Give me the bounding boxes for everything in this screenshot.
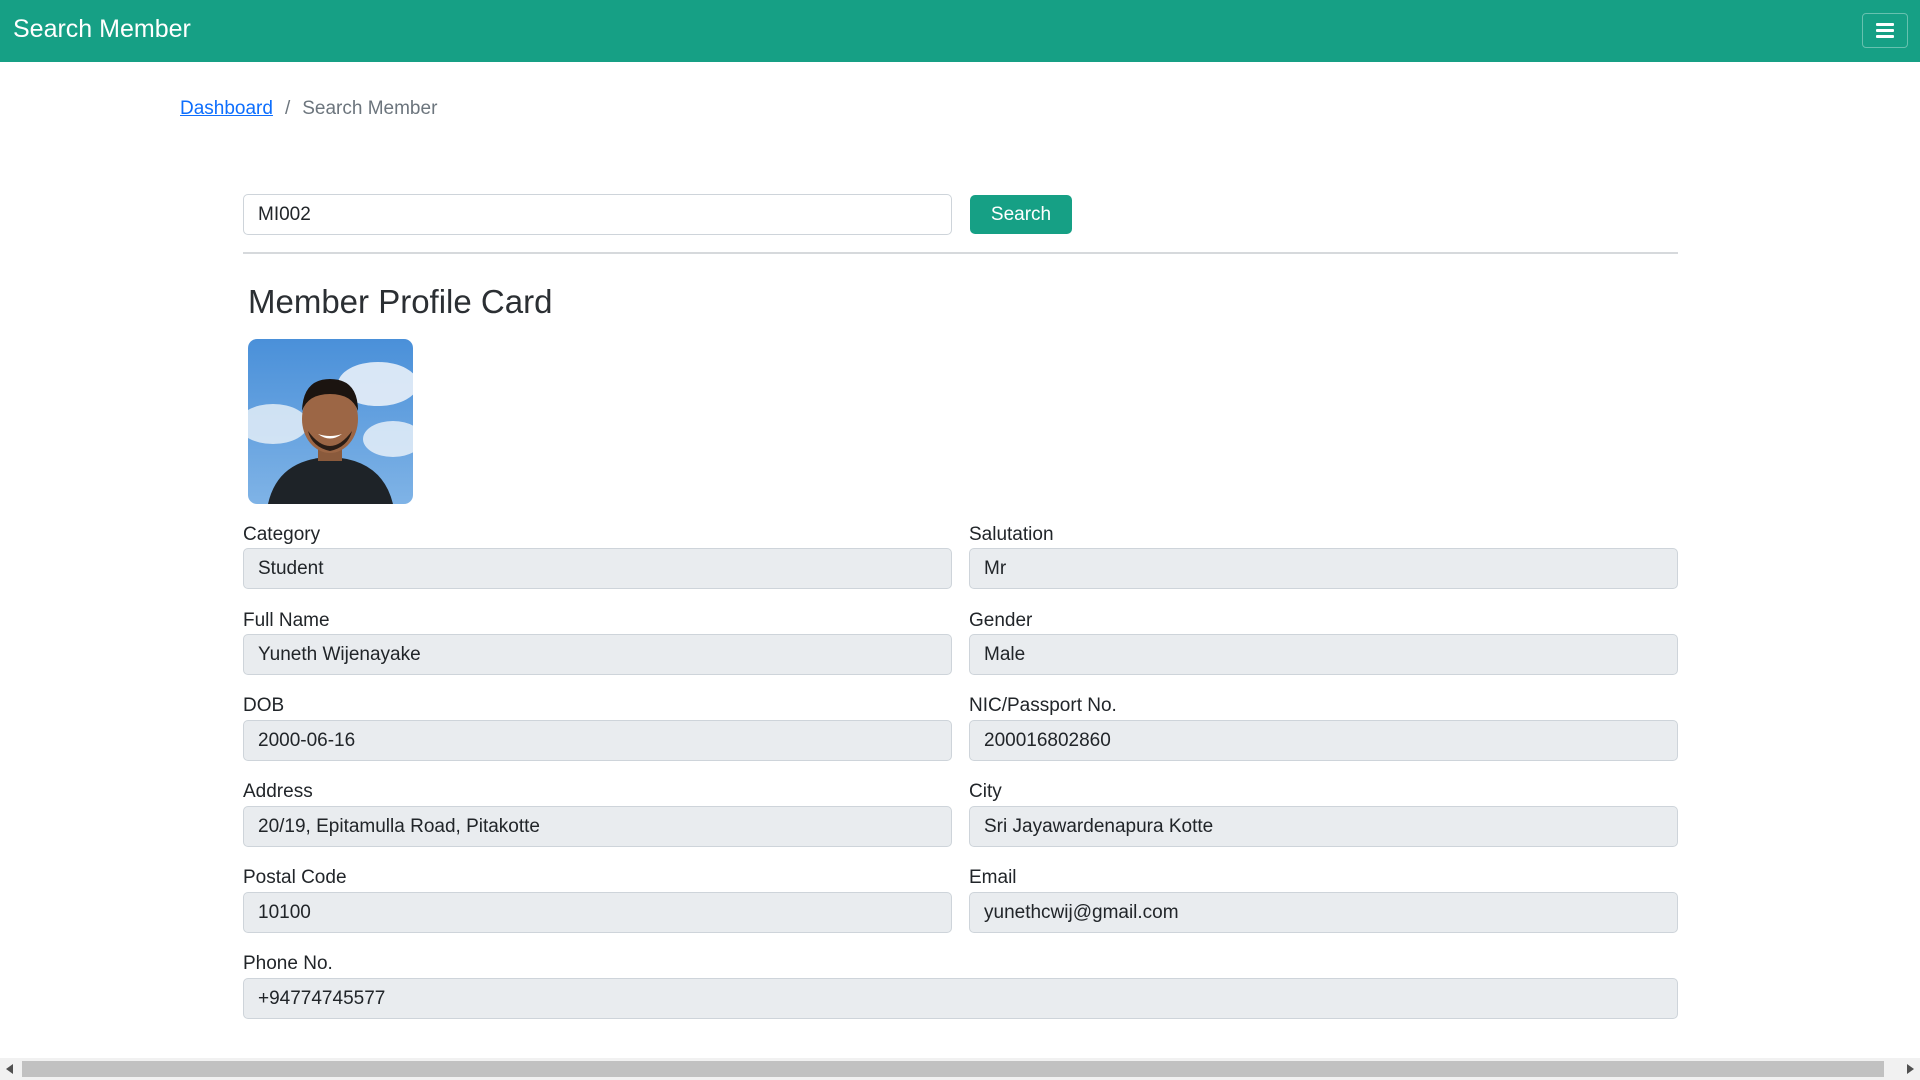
- dob-field: 2000-06-16: [243, 720, 952, 761]
- full-name-field: Yuneth Wijenayake: [243, 634, 952, 675]
- member-search-input[interactable]: [243, 194, 952, 235]
- horizontal-scrollbar[interactable]: [0, 1058, 1920, 1080]
- breadcrumb: Dashboard / Search Member: [180, 98, 437, 120]
- section-divider: [243, 252, 1678, 254]
- salutation-field: Mr: [969, 548, 1678, 589]
- email-field: yunethcwij@gmail.com: [969, 892, 1678, 933]
- address-field: 20/19, Epitamulla Road, Pitakotte: [243, 806, 952, 847]
- hamburger-menu-icon: [1876, 23, 1894, 38]
- gender-field: Male: [969, 634, 1678, 675]
- full-name-label: Full Name: [243, 610, 330, 631]
- menu-toggle-button[interactable]: [1862, 13, 1908, 48]
- breadcrumb-current: Search Member: [302, 98, 438, 119]
- scrollbar-thumb[interactable]: [22, 1061, 1884, 1077]
- postal-code-field: 10100: [243, 892, 952, 933]
- salutation-label: Salutation: [969, 524, 1054, 545]
- city-label: City: [969, 781, 1002, 802]
- member-photo-image: [248, 339, 413, 504]
- top-navbar: Search Member: [0, 0, 1920, 62]
- category-field: Student: [243, 548, 952, 589]
- postal-code-label: Postal Code: [243, 867, 347, 888]
- address-label: Address: [243, 781, 313, 802]
- search-button[interactable]: Search: [970, 195, 1072, 234]
- city-field: Sri Jayawardenapura Kotte: [969, 806, 1678, 847]
- scroll-right-icon[interactable]: [1900, 1058, 1920, 1080]
- member-photo: [248, 339, 413, 504]
- nic-label: NIC/Passport No.: [969, 695, 1117, 716]
- scroll-left-icon[interactable]: [0, 1058, 20, 1080]
- email-label: Email: [969, 867, 1017, 888]
- category-label: Category: [243, 524, 321, 545]
- phone-field: +94774745577: [243, 978, 1678, 1019]
- breadcrumb-dashboard-link[interactable]: Dashboard: [180, 98, 273, 120]
- dob-label: DOB: [243, 695, 285, 716]
- nic-field: 200016802860: [969, 720, 1678, 761]
- breadcrumb-separator: /: [284, 98, 291, 119]
- profile-card-title: Member Profile Card: [248, 283, 553, 320]
- page-title: Search Member: [13, 15, 191, 43]
- gender-label: Gender: [969, 610, 1033, 631]
- phone-label: Phone No.: [243, 953, 333, 974]
